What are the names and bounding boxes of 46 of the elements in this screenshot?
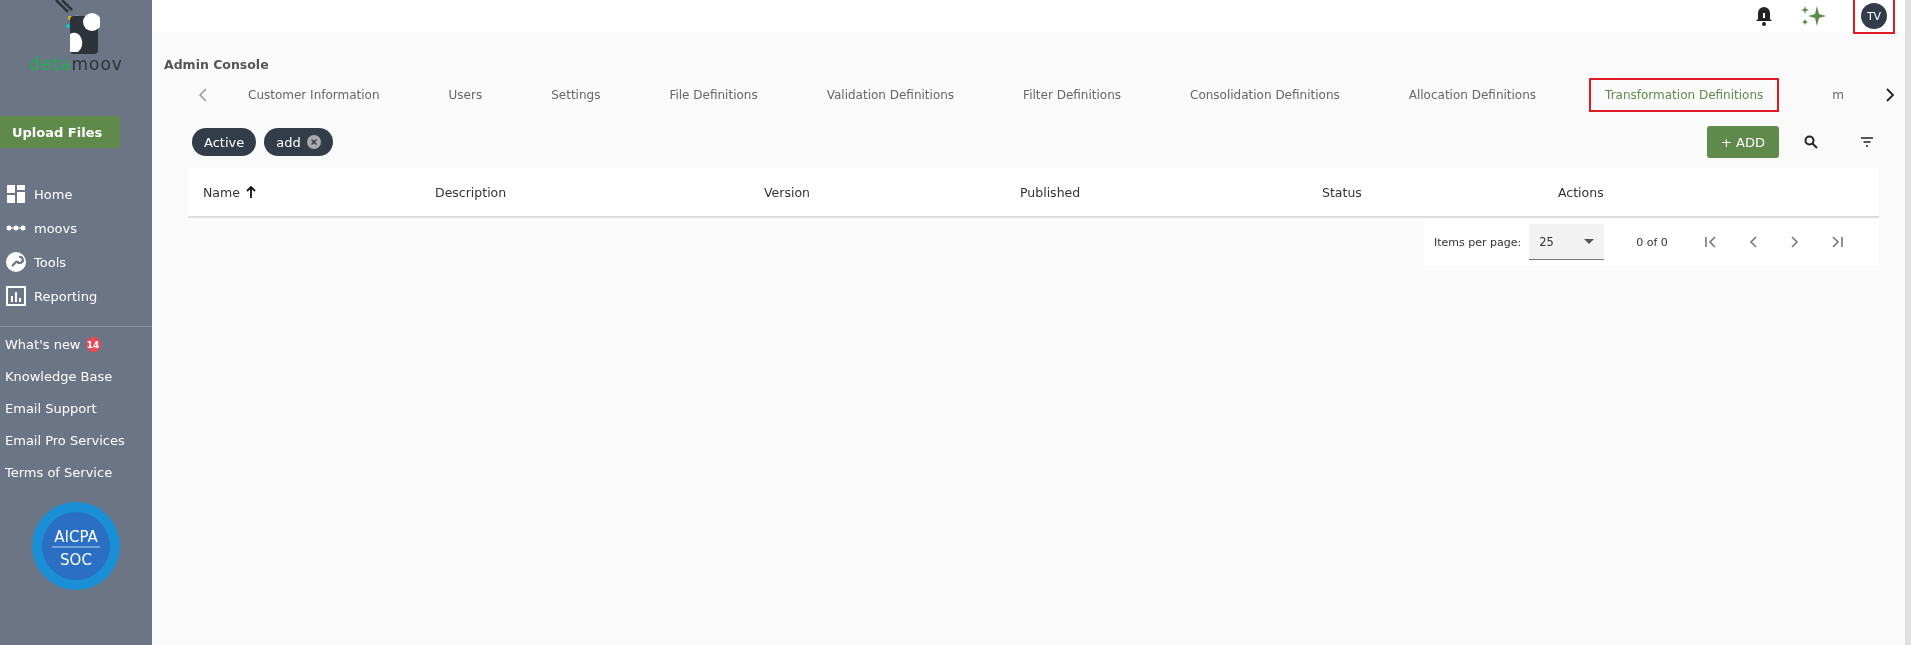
sidebar-link[interactable]: What's new [5, 337, 81, 352]
page-size-select[interactable]: 25 [1529, 224, 1605, 260]
sidebar-link[interactable]: Knowledge Base [5, 369, 113, 384]
tab[interactable]: Settings [535, 78, 617, 112]
tab[interactable]: Filter Definitions [1007, 78, 1137, 112]
sidebar-link[interactable]: Email Support [5, 401, 97, 416]
nav-item[interactable]: moovs [34, 220, 78, 236]
count-badge: 14 [85, 337, 101, 352]
sidebar-link[interactable]: Email Pro Services [5, 433, 125, 448]
add-button[interactable]: + ADD [1707, 126, 1779, 158]
upload-files-button[interactable]: Upload Files [0, 116, 120, 148]
tab[interactable]: Users [432, 78, 499, 112]
user-avatar[interactable]: TV [1861, 3, 1887, 29]
bell-icon[interactable] [1755, 6, 1773, 26]
remove-icon[interactable] [306, 135, 321, 149]
nav-item[interactable]: Tools [34, 254, 67, 270]
sidebar-link[interactable]: Terms of Service [5, 465, 113, 480]
nav-item[interactable]: Reporting [34, 288, 98, 304]
column-header[interactable]: Version [764, 184, 810, 200]
dots-icon [6, 224, 26, 232]
tab[interactable]: File Definitions [653, 78, 774, 112]
column-header[interactable]: Published [1020, 184, 1081, 200]
tab[interactable]: Validation Definitions [810, 78, 971, 112]
tab[interactable]: Customer Information [232, 78, 396, 112]
filter-chip[interactable]: add [264, 128, 333, 156]
dropdown-caret-icon[interactable] [1584, 239, 1595, 244]
column-header[interactable]: Description [435, 184, 507, 200]
column-header[interactable]: Name [203, 184, 240, 200]
bar-chart-icon [6, 286, 26, 306]
tab[interactable]: m [1816, 78, 1860, 112]
page-range: 0 of 0 [1636, 235, 1668, 249]
filter-chip[interactable]: Active [192, 128, 257, 156]
sort-arrow-icon[interactable] [245, 186, 256, 198]
tab[interactable]: Allocation Definitions [1392, 78, 1553, 112]
column-header[interactable]: Status [1322, 184, 1362, 200]
certification-seal: AICPA SOC [32, 502, 120, 590]
tab[interactable]: Transformation Definitions [1589, 78, 1780, 112]
nav-item[interactable]: Home [34, 186, 73, 202]
wrench-icon [6, 252, 26, 272]
tab[interactable]: Consolidation Definitions [1174, 78, 1356, 112]
brand-name: deta moov [29, 54, 123, 74]
page-title: Admin Console [164, 57, 270, 72]
dashboard-icon [6, 184, 26, 204]
items-per-page-label: Items per page: [1434, 235, 1522, 249]
logo-icon [52, 0, 100, 54]
column-header[interactable]: Actions [1558, 184, 1604, 200]
